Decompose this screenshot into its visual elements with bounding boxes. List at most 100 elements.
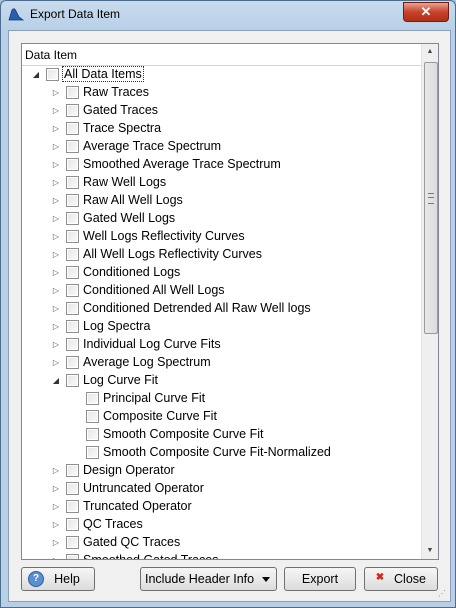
tree-row[interactable]: ◢ All Data Items [22, 66, 421, 84]
tree-row[interactable]: ▷ Smoothed Average Trace Spectrum [22, 156, 421, 174]
tree-row-checkbox[interactable] [66, 122, 79, 135]
tree-row[interactable]: ▷ Trace Spectra [22, 120, 421, 138]
tree-row-checkbox[interactable] [86, 410, 99, 423]
tree-row[interactable]: ▷ Raw Well Logs [22, 174, 421, 192]
expand-arrow-icon[interactable]: ▷ [52, 304, 60, 314]
tree-row-checkbox[interactable] [66, 554, 79, 559]
expand-arrow-icon[interactable]: ▷ [52, 466, 60, 476]
expand-arrow-icon[interactable]: ▷ [52, 322, 60, 332]
tree-row-checkbox[interactable] [66, 230, 79, 243]
expand-arrow-icon[interactable]: ▷ [52, 106, 60, 116]
expand-arrow-icon[interactable]: ▷ [52, 214, 60, 224]
tree-column-header[interactable]: Data Item [22, 44, 421, 66]
expand-arrow-icon[interactable]: ▷ [52, 142, 60, 152]
tree-row[interactable]: ▷ Gated QC Traces [22, 534, 421, 552]
chevron-down-icon [262, 577, 270, 582]
expand-arrow-icon[interactable]: ▷ [52, 250, 60, 260]
expand-arrow-icon[interactable]: ▷ [52, 556, 60, 559]
export-button-label: Export [301, 572, 339, 586]
tree-row[interactable]: ▷ Individual Log Curve Fits [22, 336, 421, 354]
resize-grip-icon[interactable]: ⋰ [438, 589, 448, 599]
scroll-down-arrow-icon[interactable]: ▼ [422, 543, 438, 559]
tree-row-checkbox[interactable] [66, 536, 79, 549]
tree-row-label: Raw Traces [83, 85, 149, 99]
export-button[interactable]: Export [284, 567, 356, 591]
tree-row[interactable]: ▷ Raw Traces [22, 84, 421, 102]
expand-arrow-icon[interactable]: ▷ [52, 286, 60, 296]
window-close-button[interactable]: ✕ [403, 2, 449, 22]
tree-row[interactable]: ▷ Average Log Spectrum [22, 354, 421, 372]
expand-arrow-icon[interactable]: ▷ [52, 160, 60, 170]
tree-row-checkbox[interactable] [66, 500, 79, 513]
tree-row-checkbox[interactable] [66, 194, 79, 207]
tree-row[interactable]: ▷ Smoothed Gated Traces [22, 552, 421, 559]
tree-row-checkbox[interactable] [86, 446, 99, 459]
tree-row[interactable]: ▷ Conditioned Detrended All Raw Well logs [22, 300, 421, 318]
tree-row-checkbox[interactable] [66, 86, 79, 99]
tree-row-label: Untruncated Operator [83, 481, 204, 495]
data-item-tree[interactable]: Data Item ◢ All Data Items ▷ Raw Traces ▷ Gat… [21, 43, 439, 560]
collapse-arrow-icon[interactable]: ◢ [32, 70, 40, 80]
tree-row-checkbox[interactable] [66, 356, 79, 369]
tree-row[interactable]: ▷ Log Spectra [22, 318, 421, 336]
expand-arrow-icon[interactable]: ▷ [52, 268, 60, 278]
include-header-dropdown[interactable]: Include Header Info [140, 567, 277, 591]
tree-row[interactable]: ▷ All Well Logs Reflectivity Curves [22, 246, 421, 264]
tree-row[interactable]: ▷ Well Logs Reflectivity Curves [22, 228, 421, 246]
tree-row-checkbox[interactable] [86, 428, 99, 441]
scroll-up-arrow-icon[interactable]: ▲ [422, 44, 438, 60]
tree-row-checkbox[interactable] [66, 374, 79, 387]
expand-arrow-icon[interactable]: ▷ [52, 538, 60, 548]
tree-row-checkbox[interactable] [66, 176, 79, 189]
tree-row[interactable]: Principal Curve Fit [22, 390, 421, 408]
expand-arrow-icon[interactable]: ▷ [52, 196, 60, 206]
tree-row[interactable]: ▷ QC Traces [22, 516, 421, 534]
tree-row-checkbox[interactable] [66, 482, 79, 495]
tree-row[interactable]: ◢ Log Curve Fit [22, 372, 421, 390]
collapse-arrow-icon[interactable]: ◢ [52, 376, 60, 386]
expand-arrow-icon[interactable]: ▷ [52, 484, 60, 494]
tree-row-label: Average Log Spectrum [83, 355, 211, 369]
tree-row-checkbox[interactable] [66, 284, 79, 297]
expand-arrow-icon[interactable]: ▷ [52, 358, 60, 368]
tree-row-checkbox[interactable] [66, 266, 79, 279]
export-dialog-window: Export Data Item ✕ Data Item ◢ All Data I… [0, 0, 456, 608]
expand-arrow-icon[interactable]: ▷ [52, 502, 60, 512]
tree-row-checkbox[interactable] [66, 212, 79, 225]
expand-arrow-icon[interactable]: ▷ [52, 340, 60, 350]
title-bar[interactable]: Export Data Item ✕ [1, 1, 455, 27]
tree-row[interactable]: ▷ Conditioned All Well Logs [22, 282, 421, 300]
tree-row-checkbox[interactable] [86, 392, 99, 405]
tree-row-checkbox[interactable] [66, 518, 79, 531]
tree-row-checkbox[interactable] [66, 104, 79, 117]
scrollbar-thumb[interactable] [424, 62, 438, 334]
tree-row-checkbox[interactable] [46, 68, 59, 81]
tree-row[interactable]: ▷ Untruncated Operator [22, 480, 421, 498]
tree-row[interactable]: Smooth Composite Curve Fit-Normalized [22, 444, 421, 462]
help-button[interactable]: ? Help [21, 567, 95, 591]
tree-row[interactable]: ▷ Truncated Operator [22, 498, 421, 516]
tree-row-checkbox[interactable] [66, 464, 79, 477]
close-button[interactable]: ✖ Close [364, 567, 438, 591]
expand-arrow-icon[interactable]: ▷ [52, 124, 60, 134]
tree-row-checkbox[interactable] [66, 338, 79, 351]
tree-row[interactable]: Composite Curve Fit [22, 408, 421, 426]
expand-arrow-icon[interactable]: ▷ [52, 178, 60, 188]
tree-row[interactable]: ▷ Gated Traces [22, 102, 421, 120]
tree-row-checkbox[interactable] [66, 320, 79, 333]
tree-row[interactable]: ▷ Average Trace Spectrum [22, 138, 421, 156]
tree-row-checkbox[interactable] [66, 302, 79, 315]
tree-row-label: Gated QC Traces [83, 535, 181, 549]
expand-arrow-icon[interactable]: ▷ [52, 232, 60, 242]
tree-row[interactable]: ▷ Conditioned Logs [22, 264, 421, 282]
expand-arrow-icon[interactable]: ▷ [52, 520, 60, 530]
expand-arrow-icon[interactable]: ▷ [52, 88, 60, 98]
tree-row-checkbox[interactable] [66, 140, 79, 153]
tree-row-checkbox[interactable] [66, 158, 79, 171]
tree-row[interactable]: ▷ Design Operator [22, 462, 421, 480]
tree-row-checkbox[interactable] [66, 248, 79, 261]
tree-row[interactable]: Smooth Composite Curve Fit [22, 426, 421, 444]
tree-row[interactable]: ▷ Gated Well Logs [22, 210, 421, 228]
vertical-scrollbar[interactable]: ▲ ▼ [421, 44, 438, 559]
tree-row[interactable]: ▷ Raw All Well Logs [22, 192, 421, 210]
